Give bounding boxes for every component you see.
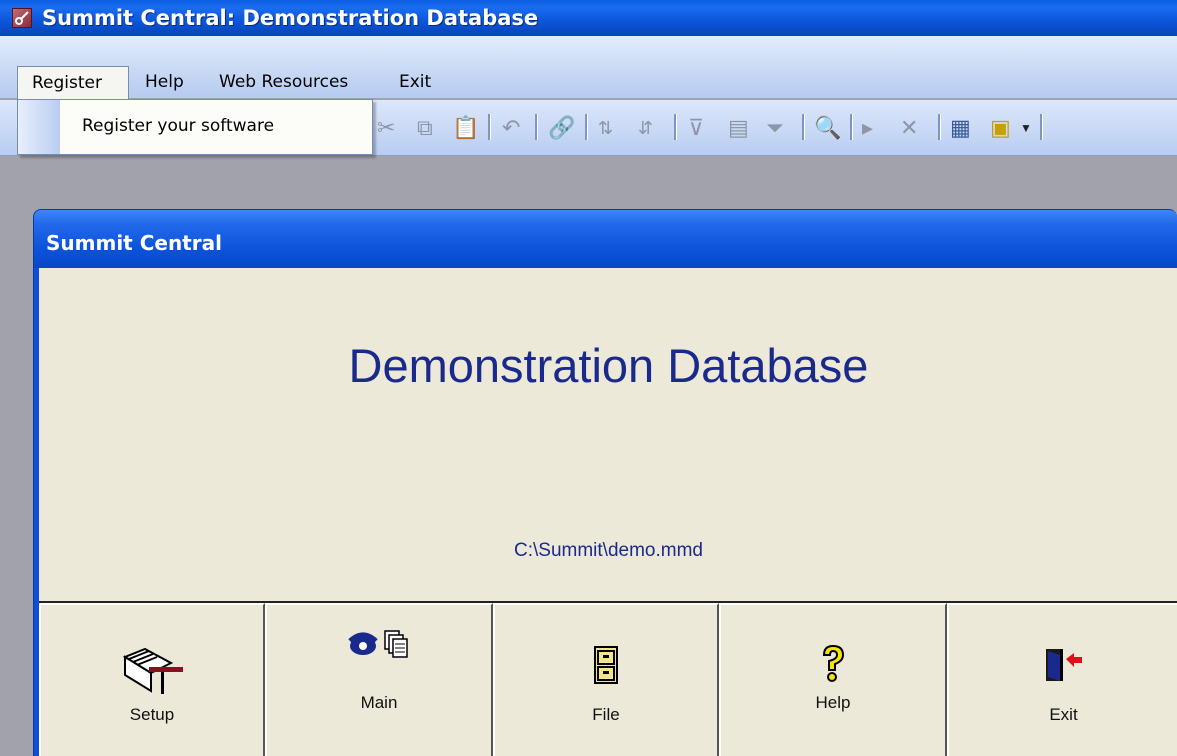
access-key-icon[interactable]	[12, 8, 32, 28]
paste-icon[interactable]: 📋	[452, 116, 479, 140]
setup-notebook-icon	[119, 647, 185, 702]
copy-icon[interactable]: ⧉	[417, 116, 433, 140]
apply-filter-icon[interactable]: ⏷	[766, 116, 784, 140]
new-object-icon[interactable]: ▣	[990, 116, 1011, 140]
setup-button[interactable]: Setup	[39, 603, 265, 756]
menu-help[interactable]: Help	[145, 67, 184, 97]
toolbar-separator	[674, 114, 677, 140]
exit-door-icon	[1044, 647, 1084, 688]
delete-record-icon[interactable]: ✕	[900, 116, 918, 140]
exit-button[interactable]: Exit	[947, 603, 1177, 756]
window-title-bar[interactable]: Summit Central: Demonstration Database	[0, 0, 1177, 36]
menu-web-resources[interactable]: Web Resources	[219, 67, 348, 97]
form-title: Summit Central	[46, 231, 222, 255]
new-record-icon[interactable]: ▸	[862, 116, 873, 140]
main-label: Main	[360, 693, 398, 712]
undo-icon[interactable]: ↶	[502, 116, 520, 140]
toolbar-separator	[585, 114, 588, 140]
toolbar-separator	[535, 114, 538, 140]
menu-register-label: Register	[32, 73, 102, 93]
toolbar-separator	[488, 114, 491, 140]
setup-label: Setup	[129, 705, 175, 724]
chevron-down-icon[interactable]: ▼	[1020, 116, 1032, 140]
database-path: C:\Summit\demo.mmd	[514, 540, 703, 561]
question-mark-icon	[818, 643, 848, 688]
menu-item-register-your-software[interactable]: Register your software	[82, 116, 274, 136]
help-label: Help	[815, 693, 851, 712]
toolbar-separator	[850, 114, 853, 140]
toolbar-separator	[938, 114, 941, 140]
button-row: Setup Main File Help Exit	[39, 601, 1177, 756]
register-dropdown-menu: Register your software	[17, 99, 373, 155]
file-label: File	[592, 705, 620, 724]
cut-icon[interactable]: ✂	[377, 116, 395, 140]
menu-exit[interactable]: Exit	[399, 67, 431, 97]
main-button[interactable]: Main	[265, 603, 493, 756]
file-cabinet-icon	[593, 645, 619, 690]
toolbar-separator	[802, 114, 805, 140]
hyperlink-icon[interactable]: 🔗	[548, 116, 575, 140]
help-button[interactable]: Help	[719, 603, 947, 756]
exit-label: Exit	[1049, 705, 1078, 724]
toolbar-separator	[1040, 114, 1043, 140]
find-icon[interactable]: 🔍	[814, 116, 841, 140]
form-body: Demonstration Database C:\Summit\demo.mm…	[39, 268, 1177, 756]
sort-descending-icon[interactable]: ⇵	[638, 116, 653, 140]
filter-by-form-icon[interactable]: ▤	[728, 116, 749, 140]
file-button[interactable]: File	[493, 603, 719, 756]
menu-register[interactable]: Register	[17, 66, 129, 100]
menu-gutter	[18, 100, 60, 154]
database-heading: Demonstration Database	[348, 339, 869, 392]
filter-by-selection-icon[interactable]: ⊽	[688, 116, 704, 140]
window-title: Summit Central: Demonstration Database	[42, 6, 539, 30]
form-title-bar[interactable]: Summit Central	[34, 210, 1177, 268]
phone-and-cards-icon	[347, 627, 411, 666]
sort-ascending-icon[interactable]: ⇅	[598, 116, 613, 140]
form-window: Summit Central Demonstration Database C:…	[33, 209, 1177, 756]
database-window-icon[interactable]: ▦	[950, 116, 971, 140]
